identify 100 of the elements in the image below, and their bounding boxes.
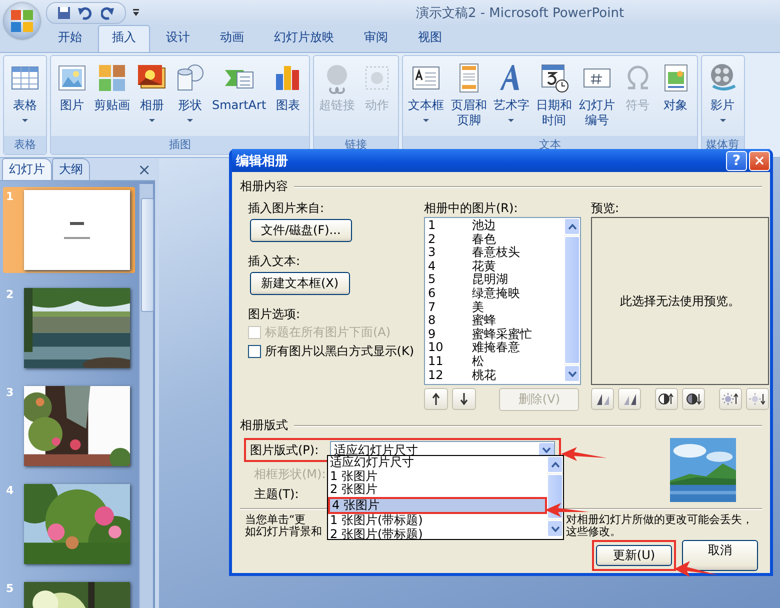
triangles-icon [622, 392, 638, 406]
ribbon-tab[interactable]: 插入 [98, 25, 150, 52]
arrow-down-icon[interactable] [550, 526, 560, 532]
file-button[interactable]: 文件/磁盘(F)... [250, 219, 352, 242]
half-circle-icon [686, 392, 702, 406]
ribbon-button[interactable]: 日期和时间 [533, 60, 575, 136]
ribbon-button[interactable]: 相册 [134, 60, 170, 136]
ribbon-tab[interactable]: 设计 [152, 25, 204, 52]
field-label: 图片选项: [248, 306, 302, 323]
field-label: 图片版式(P): [250, 442, 320, 458]
ribbon-button[interactable]: 幻灯片编号 [576, 60, 618, 136]
ribbon-button[interactable]: SmartArt [210, 60, 268, 136]
dialog-button[interactable]: 更新(U) [596, 545, 672, 566]
redo-icon[interactable] [101, 6, 115, 20]
caret-icon[interactable] [542, 447, 551, 453]
triangles-icon [594, 392, 611, 406]
help-button[interactable]: ? [726, 150, 747, 170]
scrollbar[interactable] [139, 184, 153, 608]
notice-text: 当您单击“更 [245, 514, 307, 526]
slide-number: 5 [6, 582, 15, 595]
list-number: 7 [428, 300, 437, 314]
list-item[interactable]: 池边 [472, 219, 496, 233]
dropdown-option[interactable]: 4 张图片 [330, 498, 545, 512]
ribbon-button[interactable]: 页眉和页脚 [448, 60, 490, 136]
ribbon-button[interactable]: 影片 [704, 60, 741, 136]
move-down-button[interactable] [452, 388, 476, 410]
list-item[interactable]: 蜜蜂采蜜忙 [472, 328, 532, 342]
field-label: 预览: [591, 200, 620, 217]
list-number: 10 [428, 341, 444, 355]
picture-list[interactable]: 1 池边 2 春色 3 春意枝头 4 花黄 5 昆明湖 6 绿意掩映 7 美 8 蜜蜂 9 蜜蜂采蜜忙 10 难掩春意 11 松 12 桃花 [424, 217, 581, 385]
scrollbar[interactable] [564, 218, 580, 382]
field-label: 相框形状(M): [253, 466, 326, 482]
list-number: 8 [428, 314, 437, 328]
list-number: 9 [428, 328, 437, 342]
rotate-left-button[interactable] [591, 388, 614, 410]
save-icon[interactable] [57, 6, 71, 20]
close-button[interactable]: × [138, 160, 151, 180]
list-number: 1 [428, 219, 437, 233]
ribbon-tab[interactable]: 审阅 [350, 25, 402, 52]
ribbon-tab[interactable]: 幻灯片放映 [260, 25, 348, 52]
brightness-down-button[interactable] [746, 388, 769, 410]
list-item[interactable]: 春意枝头 [472, 246, 520, 260]
list-item[interactable]: 美 [472, 300, 484, 314]
field-label: 主题(T): [253, 486, 299, 502]
arrow-up-icon[interactable] [550, 462, 560, 468]
arrow-down-icon[interactable] [568, 370, 576, 376]
ribbon-tab[interactable]: 视图 [404, 25, 456, 52]
sun-icon [722, 392, 738, 406]
dropdown-option[interactable]: 1 张图片 [328, 470, 547, 483]
list-number: 4 [428, 260, 437, 274]
list-item[interactable]: 桃花 [472, 368, 496, 382]
group-label: 插图 [51, 136, 310, 154]
group-label: 表格 [4, 136, 46, 154]
ribbon-button[interactable]: 图片 [54, 60, 90, 136]
pane-tab[interactable]: 幻灯片 [2, 158, 52, 180]
checkbox[interactable] [248, 345, 261, 358]
ribbon-tab[interactable]: 开始 [44, 25, 96, 52]
sun-icon [749, 392, 766, 406]
arrow-up-icon[interactable] [568, 224, 576, 230]
ribbon-button[interactable]: 剪贴画 [92, 60, 132, 136]
ribbon-button[interactable]: 对象 [658, 60, 694, 136]
brightness-up-button[interactable] [718, 388, 742, 410]
window-title: 演示文稿2 - Microsoft PowerPoint [414, 5, 626, 22]
dropdown-option[interactable]: 1 张图片(带标题) [328, 514, 547, 528]
checkbox-label: 所有图片以黑白方式显示(K) [264, 343, 414, 360]
preview-message: 此选择无法使用预览。 [620, 292, 740, 310]
scrollbar[interactable] [547, 456, 563, 537]
contrast-up-button[interactable] [654, 388, 678, 410]
logo-icon [10, 9, 34, 33]
section-heading: 相册版式 [240, 417, 288, 434]
ribbon-tab[interactable]: 动画 [206, 25, 258, 52]
list-item[interactable]: 昆明湖 [472, 273, 508, 287]
list-item[interactable]: 难掩春意 [472, 341, 520, 355]
half-circle-icon [658, 392, 674, 406]
list-item[interactable]: 春色 [472, 232, 496, 246]
dropdown-option[interactable]: 适应幻灯片尺寸 [328, 456, 547, 470]
ribbon-button[interactable]: 文本框 [406, 60, 446, 136]
list-item[interactable]: 花黄 [472, 260, 496, 274]
rotate-right-button[interactable] [618, 388, 642, 410]
slide-thumbnail[interactable] [24, 190, 130, 270]
ribbon-button[interactable]: 艺术字 [491, 60, 532, 136]
customize-icon[interactable] [132, 8, 140, 18]
list-item[interactable]: 绿意掩映 [472, 286, 520, 301]
new-text-box-button[interactable]: 新建文本框(X) [250, 272, 350, 295]
ribbon-button[interactable]: 图表 [270, 60, 306, 136]
slide-number: 4 [6, 484, 15, 497]
ribbon-button[interactable]: 表格 [7, 60, 43, 136]
pane-tab[interactable]: 大纲 [52, 158, 90, 180]
list-number: 2 [428, 232, 437, 246]
list-item[interactable]: 蜜蜂 [472, 314, 496, 328]
slide-number: 3 [6, 386, 15, 399]
dropdown-option[interactable]: 2 张图片 [328, 483, 547, 496]
notice-text: 这些修改。 [566, 526, 622, 538]
notice-text: 如幻灯片背景和 [245, 526, 322, 538]
contrast-down-button[interactable] [682, 388, 706, 410]
list-number: 6 [428, 286, 437, 301]
ribbon-button[interactable]: 形状 [172, 60, 208, 136]
move-up-button[interactable] [424, 388, 448, 410]
list-item[interactable]: 松 [472, 354, 484, 369]
dialog-button[interactable]: 取消 [682, 540, 758, 571]
